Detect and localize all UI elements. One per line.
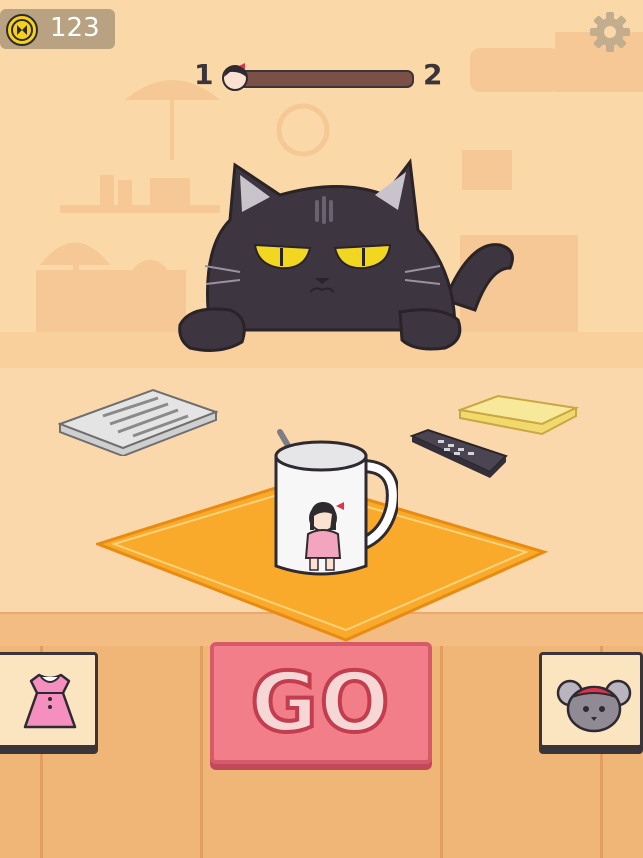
dress-icon	[23, 673, 77, 729]
level-current: 1	[194, 58, 214, 91]
cat[interactable]	[170, 150, 530, 360]
coin-count: 123	[50, 13, 100, 43]
coin-icon	[6, 14, 38, 46]
mouse-icon	[556, 679, 632, 733]
mouse-button[interactable]	[539, 652, 643, 748]
outfit-button[interactable]	[0, 652, 98, 748]
level-next: 2	[423, 58, 443, 91]
floor-plank	[440, 646, 443, 858]
player-head-icon	[222, 63, 248, 91]
level-progress-bar	[236, 70, 414, 88]
floor-plank	[200, 646, 203, 858]
coffee-mug[interactable]	[266, 426, 398, 582]
gear-icon[interactable]	[588, 10, 632, 54]
newspaper[interactable]	[58, 386, 218, 456]
go-button[interactable]: GO	[210, 642, 432, 764]
go-button-label: GO	[248, 654, 392, 753]
